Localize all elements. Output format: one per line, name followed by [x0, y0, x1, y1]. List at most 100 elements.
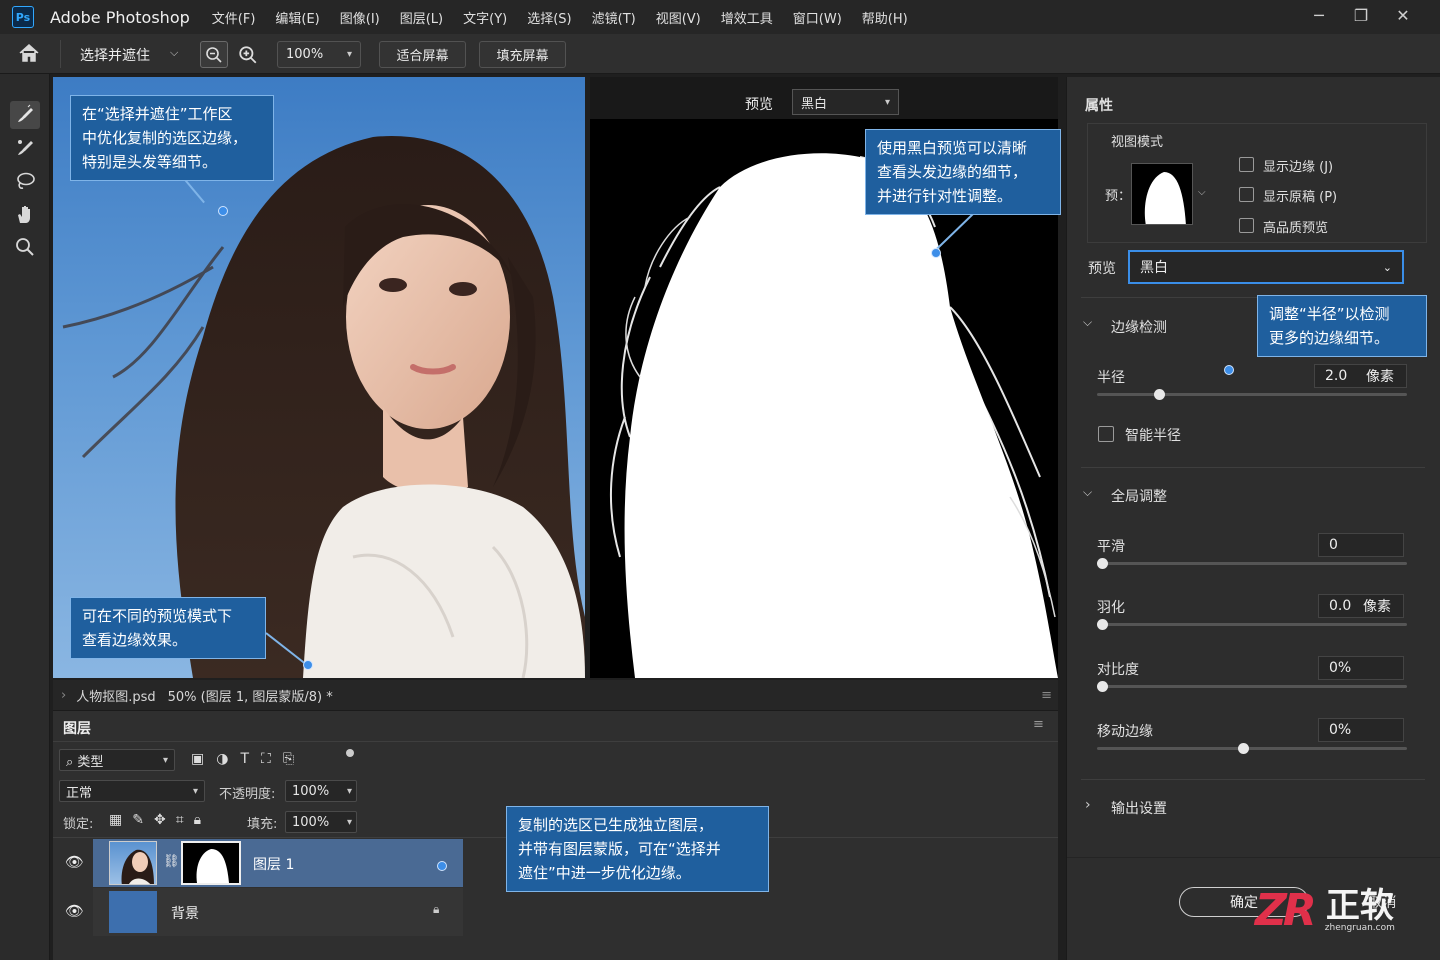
show-edge-label: 显示边缘 (J) — [1263, 160, 1334, 175]
lock-position-icon[interactable]: ✥ — [154, 812, 166, 828]
zoom-select[interactable]: 100% ▾ — [277, 41, 361, 68]
chevron-down-icon[interactable]: ⌵ — [1198, 187, 1206, 198]
smooth-slider-knob[interactable] — [1097, 558, 1108, 569]
hand-icon[interactable] — [10, 200, 40, 228]
chevron-right-icon[interactable]: › — [61, 688, 66, 703]
preview-mode-select[interactable]: 黑白 ▾ — [792, 89, 899, 115]
home-icon[interactable] — [18, 43, 40, 67]
eye-icon[interactable]: 👁︎ — [65, 902, 84, 920]
fit-screen-button[interactable]: 适合屏幕 — [379, 41, 466, 68]
callout-layer-mask: 复制的选区已生成独立图层， 并带有图层蒙版，可在“选择并 遮住”中进一步优化边缘。 — [506, 806, 769, 892]
layer-filter-select[interactable]: ⌕ 类型 ▾ — [59, 749, 175, 771]
global-refinements-header[interactable]: 全局调整 — [1111, 486, 1167, 506]
minimize-icon[interactable]: ─ — [1298, 6, 1340, 25]
properties-title: 属性 — [1085, 98, 1113, 114]
link-icon[interactable]: ⛓︎ — [163, 854, 180, 869]
filter-toggle-icon[interactable] — [346, 749, 354, 757]
adjustment-filter-icon[interactable]: ◑ — [216, 751, 228, 767]
lock-paint-icon[interactable]: ✎ — [132, 812, 144, 828]
menu-window[interactable]: 窗口(W) — [793, 8, 842, 27]
layer-row[interactable]: 👁︎ 背景 🔒︎ — [65, 888, 463, 936]
callout-marker — [1224, 365, 1234, 375]
contrast-field[interactable]: 0% — [1318, 656, 1404, 680]
edge-detection-header[interactable]: 边缘检测 — [1111, 317, 1167, 337]
contrast-slider[interactable] — [1097, 681, 1407, 692]
menu-select[interactable]: 选择(S) — [527, 8, 571, 27]
layer-row[interactable]: 👁︎ ⛓︎ 图层 1 — [65, 839, 463, 887]
contrast-slider-knob[interactable] — [1097, 681, 1108, 692]
callout-radius: 调整“半径”以检测 更多的边缘细节。 — [1257, 295, 1427, 357]
view-mode-thumbnail[interactable] — [1131, 163, 1193, 225]
lock-all-icon[interactable]: 🔒︎ — [194, 812, 201, 828]
menu-layer[interactable]: 图层(L) — [400, 8, 443, 27]
menu-image[interactable]: 图像(I) — [340, 8, 380, 27]
shape-filter-icon[interactable]: ⛶ — [261, 751, 271, 767]
feather-field[interactable]: 0.0 像素 — [1318, 594, 1404, 618]
eye-icon[interactable]: 👁︎ — [65, 853, 84, 871]
menu-filter[interactable]: 滤镜(T) — [592, 8, 636, 27]
layer-mask-thumbnail[interactable] — [181, 841, 241, 885]
preview-mode-dropdown[interactable]: 黑白 ⌄ — [1128, 250, 1404, 284]
zoom-icon[interactable] — [10, 233, 40, 261]
smooth-slider[interactable] — [1097, 558, 1407, 569]
layer-name[interactable]: 背景 — [171, 903, 199, 923]
preview-mode-value: 黑白 — [801, 96, 828, 112]
lock-transparent-icon[interactable]: ▦ — [109, 812, 122, 828]
menu-file[interactable]: 文件(F) — [212, 8, 256, 27]
zoom-out-icon[interactable] — [200, 41, 228, 68]
chevron-down-icon[interactable]: ⌵ — [1083, 315, 1092, 330]
preview-toolbar: 预览 黑白 ▾ — [590, 77, 1058, 119]
smart-object-filter-icon[interactable]: ⎘ — [283, 751, 294, 767]
callout-marker — [931, 248, 941, 258]
preview-mode-dropdown-value: 黑白 — [1140, 260, 1168, 276]
menu-type[interactable]: 文字(Y) — [463, 8, 507, 27]
menu-edit[interactable]: 编辑(E) — [275, 8, 319, 27]
feather-unit: 像素 — [1363, 599, 1391, 615]
fill-field[interactable]: 100% ▾ — [285, 811, 357, 833]
restore-icon[interactable]: ❐ — [1340, 6, 1382, 25]
feather-slider-knob[interactable] — [1097, 619, 1108, 630]
callout-preview-modes: 可在不同的预览模式下 查看边缘效果。 — [70, 597, 266, 659]
feather-label: 羽化 — [1097, 600, 1125, 616]
layers-menu-icon[interactable]: ≡ — [1033, 717, 1044, 732]
smooth-field[interactable]: 0 — [1318, 533, 1404, 557]
zoom-in-icon[interactable] — [238, 45, 258, 69]
quick-selection-brush-icon[interactable] — [10, 101, 40, 129]
layer-thumbnail — [109, 891, 157, 933]
show-original-checkbox[interactable] — [1239, 187, 1254, 202]
panel-menu-icon[interactable]: ≡ — [1041, 688, 1052, 703]
fill-value: 100% — [292, 814, 330, 830]
output-settings-header[interactable]: 输出设置 — [1111, 798, 1167, 818]
workspace-label: 选择并遮住 — [80, 48, 150, 64]
hq-preview-checkbox[interactable] — [1239, 218, 1254, 233]
smart-radius-checkbox[interactable] — [1098, 426, 1114, 442]
layer-name[interactable]: 图层 1 — [253, 854, 294, 874]
lock-artboard-icon[interactable]: ⌗ — [176, 812, 184, 828]
shift-edge-slider[interactable] — [1097, 743, 1407, 754]
radius-slider[interactable] — [1097, 389, 1407, 400]
workspace-dropdown-icon[interactable]: ⌵ — [170, 46, 178, 60]
chevron-down-icon: ▾ — [346, 49, 352, 60]
feather-slider[interactable] — [1097, 619, 1407, 630]
show-edge-checkbox[interactable] — [1239, 157, 1254, 172]
type-filter-icon[interactable]: T — [240, 751, 249, 767]
menu-help[interactable]: 帮助(H) — [862, 8, 908, 27]
blend-mode-select[interactable]: 正常 ▾ — [59, 780, 205, 802]
chevron-right-icon[interactable]: › — [1085, 797, 1091, 813]
radius-field[interactable]: 2.0 像素 — [1314, 364, 1407, 388]
image-filter-icon[interactable]: ▣ — [191, 751, 204, 767]
fill-screen-button[interactable]: 填充屏幕 — [479, 41, 566, 68]
watermark-brand: 正软 — [1325, 885, 1394, 926]
opacity-field[interactable]: 100% ▾ — [285, 780, 357, 802]
refine-edge-brush-icon[interactable] — [10, 134, 40, 162]
callout-refine-edge: 在“选择并遮住”工作区 中优化复制的选区边缘， 特别是头发等细节。 — [70, 95, 274, 181]
shift-edge-slider-knob[interactable] — [1238, 743, 1249, 754]
menu-plugins[interactable]: 增效工具 — [721, 8, 773, 27]
menu-view[interactable]: 视图(V) — [656, 8, 701, 27]
lasso-icon[interactable] — [10, 167, 40, 195]
chevron-down-icon[interactable]: ⌵ — [1083, 485, 1092, 500]
shift-edge-field[interactable]: 0% — [1318, 718, 1404, 742]
close-icon[interactable]: ✕ — [1382, 6, 1424, 25]
radius-slider-knob[interactable] — [1154, 389, 1165, 400]
lock-label: 锁定: — [63, 817, 94, 832]
